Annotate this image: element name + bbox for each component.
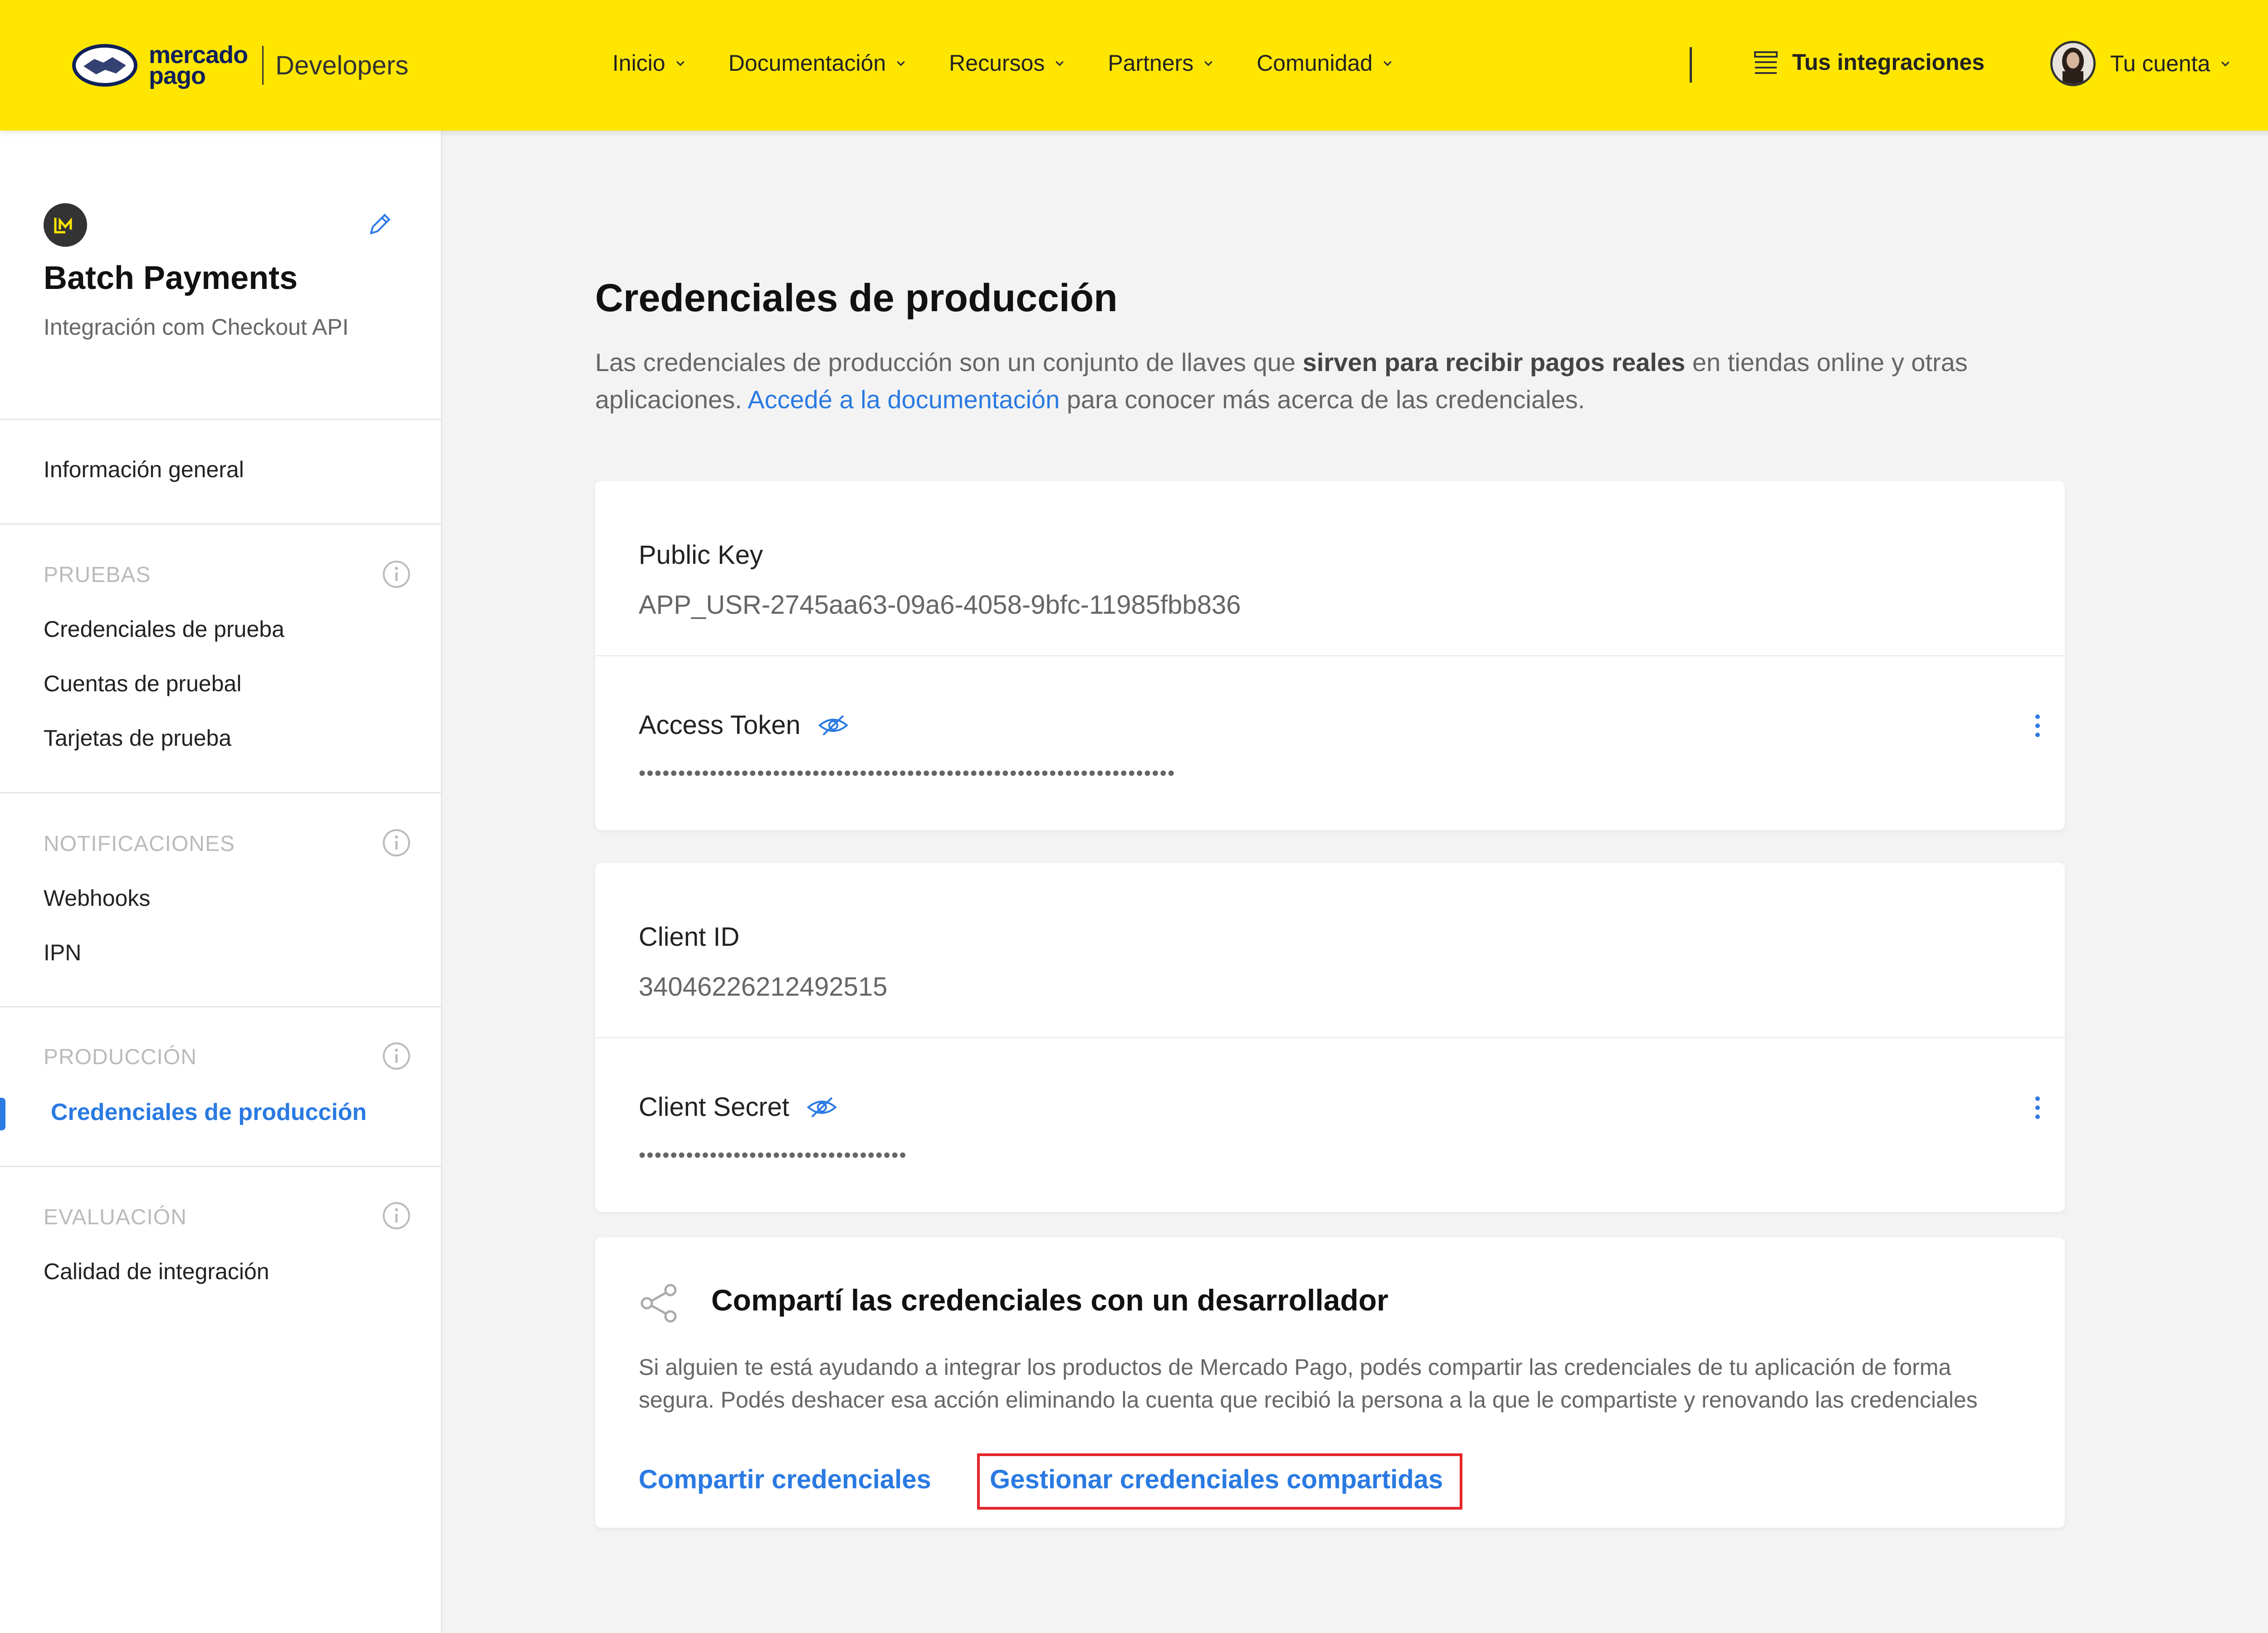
compartir-credenciales-link[interactable]: Compartir credenciales [639,1464,931,1495]
divider [0,792,441,793]
info-icon[interactable] [382,1201,411,1230]
client-id-value[interactable]: 34046226212492515 [639,972,887,1002]
nav-documentacion[interactable]: Documentación [728,50,906,76]
chevron-down-icon [897,61,905,66]
info-icon[interactable] [382,1041,411,1071]
sidebar-item-informacion-general[interactable]: Información general [44,456,244,483]
active-indicator [0,1098,5,1130]
access-token-value[interactable]: ••••••••••••••••••••••••••••••••••••••••… [639,762,1176,785]
sidebar-item-calidad-de-integracion[interactable]: Calidad de integración [44,1258,269,1285]
divider [595,1037,2065,1038]
documentation-link[interactable]: Accedé a la documentación [748,385,1060,414]
section-heading-notificaciones: NOTIFICACIONES [44,832,235,856]
section-heading-evaluacion: EVALUACIÓN [44,1205,187,1229]
main-content: Credenciales de producción Las credencia… [441,131,2268,1633]
app-logo-icon [44,203,87,247]
share-icon [640,1284,677,1323]
eye-slash-icon[interactable] [818,713,849,738]
public-credentials-card: Public Key APP_USR-2745aa63-09a6-4058-9b… [595,481,2065,830]
developers-label: Developers [275,50,409,80]
share-description: Si alguien te está ayudando a integrar l… [639,1354,1978,1413]
account-menu[interactable]: Tu cuenta [2050,41,2230,86]
access-token-label: Access Token [639,710,849,740]
list-icon [1754,51,1778,74]
top-navigation-bar: mercado pago Developers Inicio Documenta… [0,0,2268,131]
chevron-down-icon [1383,61,1392,66]
info-icon[interactable] [382,560,411,589]
chevron-down-icon [1056,61,1064,66]
chevron-down-icon [676,61,684,66]
section-heading-pruebas: PRUEBAS [44,563,151,587]
divider [595,655,2065,656]
page-title: Credenciales de producción [595,276,1118,320]
sidebar-item-ipn[interactable]: IPN [44,939,81,966]
description-bold: sirven para recibir pagos reales [1302,348,1686,376]
logo-separator [262,46,264,85]
header-divider [1690,47,1692,83]
divider [0,419,441,420]
more-options-icon[interactable] [2033,1094,2042,1121]
nav-inicio[interactable]: Inicio [612,50,685,76]
main-nav: Inicio Documentación Recursos Partners C… [612,50,1436,76]
mercado-pago-developers-logo[interactable]: mercado pago Developers [71,40,408,91]
page-description: Las credenciales de producción son un co… [595,344,2065,418]
chevron-down-icon [1204,61,1213,66]
client-secret-label: Client Secret [639,1092,837,1122]
chevron-down-icon [2221,61,2229,67]
avatar [2050,41,2096,86]
gestionar-credenciales-compartidas-link[interactable]: Gestionar credenciales compartidas [990,1464,1443,1495]
divider [0,1166,441,1167]
nav-comunidad[interactable]: Comunidad [1256,50,1393,76]
user-photo-icon [2053,43,2093,84]
description-text: para conocer más acerca de las credencia… [1060,385,1585,414]
divider [0,1006,441,1007]
brand-wordmark: mercado pago [149,41,248,89]
sidebar-item-credenciales-de-prueba[interactable]: Credenciales de prueba [44,616,284,642]
share-credentials-card: Compartí las credenciales con un desarro… [595,1237,2065,1528]
nav-partners[interactable]: Partners [1108,50,1213,76]
client-secret-value[interactable]: •••••••••••••••••••••••••••••••••• [639,1144,907,1167]
sidebar-item-credenciales-de-produccion[interactable]: Credenciales de producción [51,1099,367,1126]
section-heading-produccion: PRODUCCIÓN [44,1045,197,1069]
app-subtitle: Integración com Checkout API [44,314,349,340]
share-title: Compartí las credenciales con un desarro… [711,1283,1388,1317]
tus-integraciones-link[interactable]: Tus integraciones [1753,49,1984,75]
pencil-edit-icon[interactable] [367,210,394,238]
sidebar: Batch Payments Integración com Checkout … [0,131,442,1633]
description-text: Las credenciales de producción son un co… [595,348,1303,376]
handshake-logo-icon [72,44,137,87]
public-key-value[interactable]: APP_USR-2745aa63-09a6-4058-9bfc-11985fbb… [639,590,1241,620]
client-credentials-card: Client ID 34046226212492515 Client Secre… [595,863,2065,1212]
app-title: Batch Payments [44,260,298,296]
public-key-label: Public Key [639,540,763,570]
divider [0,523,441,525]
nav-recursos[interactable]: Recursos [949,50,1065,76]
more-options-icon[interactable] [2033,712,2042,739]
sidebar-item-webhooks[interactable]: Webhooks [44,885,150,911]
client-id-label: Client ID [639,922,740,952]
eye-slash-icon[interactable] [807,1095,837,1120]
sidebar-item-cuentas-de-prueba[interactable]: Cuentas de pruebal [44,670,241,697]
info-icon[interactable] [382,828,411,857]
sidebar-item-tarjetas-de-prueba[interactable]: Tarjetas de prueba [44,725,231,751]
